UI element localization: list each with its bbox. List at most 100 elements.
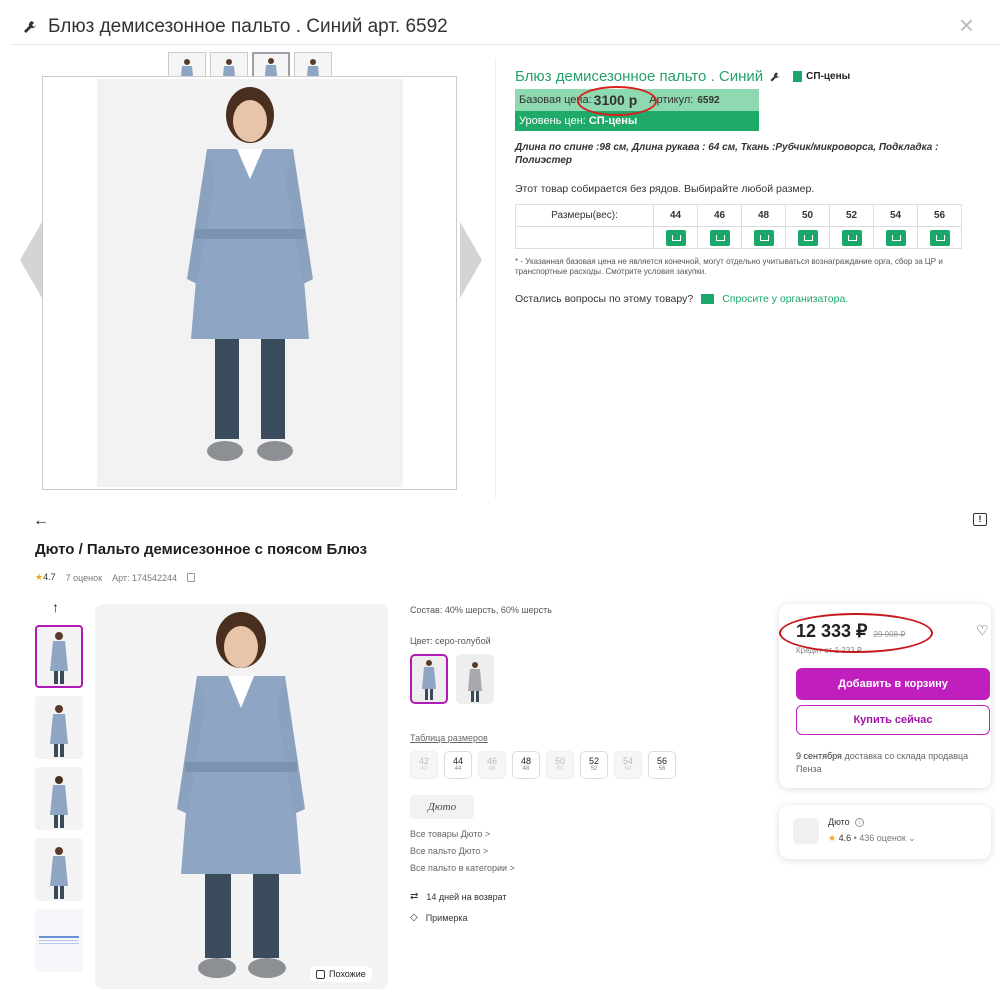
seller-reviews: • 436 оценок: [853, 833, 906, 843]
size-chip[interactable]: 56 56: [648, 751, 676, 779]
size-chip[interactable]: 44 44: [444, 751, 472, 779]
cart-icon[interactable]: [885, 229, 906, 246]
question-text: Остались вопросы по этому товару?: [515, 293, 694, 305]
wrench-icon[interactable]: [22, 19, 38, 35]
size-table-header-row: Размеры(вес): 44 46 48 50 52 54 56: [515, 204, 962, 227]
product-meta: ★4.7 7 оценок Арт: 174542244: [35, 572, 196, 583]
delivery-date: 9 сентября: [796, 751, 842, 761]
info-icon[interactable]: i: [854, 817, 864, 827]
ask-organizer-link[interactable]: Спросите у организатора.: [722, 293, 848, 305]
size-cell: 54: [873, 204, 918, 227]
size-cell: 48: [741, 204, 786, 227]
cart-icon[interactable]: [709, 229, 730, 246]
article-label: Артикул:: [649, 94, 694, 106]
size-chip-sub: 48: [522, 766, 530, 772]
rating-value: 4.7: [43, 572, 56, 582]
cart-icon[interactable]: [929, 229, 950, 246]
article-value: 6592: [697, 94, 720, 106]
size-chip-label: 42: [418, 756, 429, 766]
color-option[interactable]: [456, 654, 494, 704]
prev-image-arrow-icon[interactable]: [20, 222, 42, 298]
current-price: 12 333 ₽: [796, 621, 868, 641]
sp-product-panel: Блюз демисезонное пальто . Синий арт. 65…: [0, 0, 1000, 498]
size-chip-unavailable: 46 46: [478, 751, 506, 779]
copy-icon[interactable]: [187, 573, 196, 582]
color-options: [410, 654, 676, 704]
back-arrow-icon[interactable]: ←: [33, 512, 49, 530]
main-product-image: [95, 604, 388, 989]
all-category-coats-link[interactable]: Все пальто в категории >: [410, 863, 676, 873]
size-chip-sub: 52: [590, 766, 598, 772]
tag-icon: ◇: [410, 912, 418, 923]
gallery-thumbnail-selected[interactable]: [35, 625, 83, 688]
cart-icon[interactable]: [665, 229, 686, 246]
fitting-perk-label: Примерка: [425, 912, 468, 923]
seller-rating: 4.6: [838, 833, 852, 843]
price-level-label: Уровень цен:: [519, 115, 586, 127]
question-row: Остались вопросы по этому товару? Спроси…: [515, 293, 965, 305]
sp-price-badge: СП-цены: [793, 71, 850, 82]
cart-icon[interactable]: [753, 229, 774, 246]
cart-cell: [741, 226, 786, 249]
close-icon[interactable]: ×: [959, 12, 974, 38]
size-cell: 56: [917, 204, 962, 227]
size-chip-label: 46: [486, 756, 497, 766]
return-arrows-icon: ⇄: [410, 891, 419, 902]
gallery-thumbnail[interactable]: [35, 767, 83, 830]
star-icon: ★: [35, 572, 44, 582]
report-icon[interactable]: !: [973, 513, 987, 526]
credit-info[interactable]: Кредит от 1 233 ₽: [796, 646, 862, 655]
size-chip-unavailable: 50 50: [546, 751, 574, 779]
fitting-perk: ◇ Примерка: [410, 912, 676, 923]
buy-now-button[interactable]: Купить сейчас: [796, 705, 990, 735]
size-chip-label: 44: [452, 756, 463, 766]
size-chip[interactable]: 52 52: [580, 751, 608, 779]
all-brand-products-link[interactable]: Все товары Дюто >: [410, 829, 676, 839]
scroll-up-arrow-icon[interactable]: ↑: [52, 599, 59, 615]
chevron-down-icon[interactable]: ⌄: [908, 833, 916, 843]
cart-cell: [829, 226, 874, 249]
cart-cell: [653, 226, 698, 249]
size-chip[interactable]: 48 48: [512, 751, 540, 779]
article-number: Арт: 174542244: [112, 572, 178, 583]
add-to-cart-button[interactable]: Добавить в корзину: [796, 668, 990, 700]
size-chip-unavailable: 54 54: [614, 751, 642, 779]
buy-card: 12 333 ₽ 29 908 ₽ ♡ Кредит от 1 233 ₽ До…: [779, 604, 991, 788]
size-chip-sub: 42: [420, 766, 428, 772]
heart-icon[interactable]: ♡: [976, 622, 989, 639]
gallery-thumbnail[interactable]: [35, 838, 83, 901]
cart-icon[interactable]: [841, 229, 862, 246]
cart-icon[interactable]: [797, 229, 818, 246]
size-chip-label: 54: [622, 756, 633, 766]
divider: [12, 44, 1000, 45]
color-label: Цвет: серо-голубой: [410, 636, 491, 646]
composition: Состав: 40% шерсть, 60% шерсть: [410, 605, 552, 615]
page-title: Дюто / Пальто демисезонное с поясом Блюз: [35, 541, 368, 558]
reviews-link[interactable]: 7 оценок: [66, 573, 102, 583]
size-chips: 42 42 44 44 46 46 48 48 50 50 52 52 54 54 56 56: [410, 751, 676, 779]
next-image-arrow-icon[interactable]: [460, 222, 482, 298]
cart-cell: [873, 226, 918, 249]
all-brand-coats-link[interactable]: Все пальто Дюто >: [410, 846, 676, 856]
old-price: 29 908 ₽: [873, 630, 906, 639]
price-level-row: Уровень цен: СП-цены: [515, 111, 759, 131]
price-footnote: * - Указанная базовая цена не является к…: [515, 257, 943, 276]
rows-note: Этот товар собирается без рядов. Выбирай…: [515, 183, 815, 195]
product-info: Блюз демисезонное пальто . Синий СП-цены…: [515, 68, 965, 305]
size-chip-label: 52: [588, 756, 599, 766]
gallery-thumbnail[interactable]: [35, 696, 83, 759]
wrench-icon[interactable]: [769, 71, 781, 83]
return-perk: ⇄ 14 дней на возврат: [410, 891, 676, 902]
size-chip-sub: 50: [556, 766, 564, 772]
seller-card[interactable]: Дюто i ★ 4.6 • 436 оценок ⌄: [779, 805, 991, 859]
brand-logo[interactable]: Дюто: [410, 795, 474, 819]
color-option-selected[interactable]: [410, 654, 448, 704]
size-cell: 44: [653, 204, 698, 227]
product-photo: [177, 612, 305, 978]
size-chart-thumbnail[interactable]: [35, 909, 83, 972]
marketplace-product-panel: ← ! Дюто / Пальто демисезонное с поясом …: [0, 498, 1000, 1000]
similar-button[interactable]: Похожие: [310, 966, 372, 982]
price-box: Базовая цена: 3100 р Артикул: 6592 Урове…: [515, 89, 759, 131]
size-table-link[interactable]: Таблица размеров: [410, 733, 676, 743]
cart-cell: [785, 226, 830, 249]
